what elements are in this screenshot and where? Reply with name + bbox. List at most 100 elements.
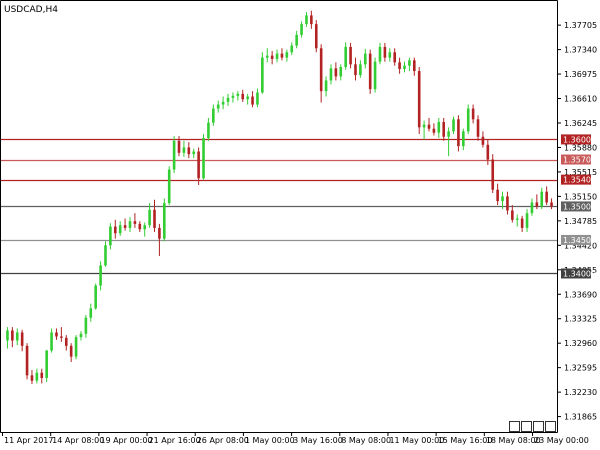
candle [442, 117, 446, 141]
y-tick-label: 1.33690 [564, 290, 597, 299]
candle [285, 49, 289, 62]
y-tick-label: 1.35880 [564, 143, 597, 152]
candle [481, 131, 485, 148]
candle [417, 67, 421, 135]
candle [6, 327, 9, 349]
candle [192, 148, 196, 159]
candle [69, 343, 73, 362]
x-tick-label: 23 May 00:00 [534, 436, 589, 445]
candle [403, 61, 406, 73]
candle [491, 154, 495, 194]
svg-text:1.36000: 1.36000 [563, 135, 596, 144]
level-price-tag: 1.35400 [561, 174, 596, 185]
zoom-control-box-4[interactable] [545, 421, 556, 432]
candle [466, 104, 470, 135]
candle [89, 303, 93, 322]
candle [50, 328, 53, 353]
candle [35, 368, 39, 384]
candle [412, 57, 416, 76]
x-tick-label: 21 Apr 16:00 [149, 436, 201, 445]
candle [40, 368, 44, 384]
x-tick-label: 19 Apr 00:00 [100, 436, 152, 445]
candle [540, 187, 544, 210]
candle [305, 12, 308, 27]
candle [94, 283, 97, 310]
candle [241, 89, 245, 102]
candle [60, 327, 63, 342]
y-tick-label: 1.33325 [564, 315, 597, 324]
candle [113, 219, 117, 239]
candle [427, 117, 431, 132]
candle [300, 21, 303, 38]
candle [138, 221, 142, 232]
candle [55, 328, 58, 340]
candle [334, 62, 338, 81]
candle [398, 57, 401, 74]
level-price-labels: 1.36000 1.35700 1.35400 1.35000 1.34500 1.340… [561, 134, 596, 279]
candle [422, 120, 426, 140]
y-tick-label: 1.36245 [564, 119, 597, 128]
y-tick-label: 1.37705 [564, 21, 597, 30]
candle [476, 115, 480, 141]
y-tick-label: 1.35150 [564, 192, 597, 201]
x-tick-label: 1 May 00:00 [245, 436, 295, 445]
candle [64, 335, 68, 351]
x-tick-label: 8 May 08:00 [341, 436, 391, 445]
zoom-controls[interactable] [509, 421, 556, 432]
x-tick-label: 18 May 08:00 [486, 436, 541, 445]
candle [270, 50, 274, 65]
x-tick-label: 26 Apr 08:00 [197, 436, 249, 445]
candle [525, 209, 529, 232]
candle [187, 142, 191, 159]
candle [319, 44, 323, 103]
candle [275, 49, 279, 63]
candle [123, 218, 127, 231]
level-price-tag: 1.34500 [561, 234, 596, 245]
candle [280, 48, 284, 61]
candle [231, 92, 235, 103]
candle [11, 327, 14, 348]
candle [447, 127, 450, 157]
candle [349, 42, 352, 69]
y-tick-label: 1.37340 [564, 46, 597, 55]
candle [216, 100, 220, 113]
zoom-control-box-3[interactable] [533, 421, 544, 432]
candle [359, 60, 362, 78]
price-chart[interactable]: USDCAD,H4 1.377051.373401.369751.366101.… [0, 0, 600, 450]
candle [324, 76, 328, 97]
svg-text:1.35700: 1.35700 [563, 156, 596, 165]
candle [437, 117, 441, 139]
candle [79, 331, 83, 341]
candle [388, 48, 392, 62]
level-price-tag: 1.35700 [561, 154, 596, 165]
candle [30, 370, 34, 385]
x-tick-label: 11 May 00:00 [389, 436, 444, 445]
candle [363, 48, 367, 69]
candle [339, 64, 343, 81]
candle [246, 93, 249, 105]
candle [25, 343, 29, 380]
candle [520, 215, 524, 232]
candle [354, 57, 357, 81]
svg-text:1.34000: 1.34000 [563, 269, 596, 278]
candle [197, 147, 200, 185]
candle [256, 88, 259, 108]
price-axis: 1.37705 1.37340 1.36975 1.36610 1.36245 1.358… [557, 21, 597, 422]
y-tick-label: 1.34785 [564, 217, 597, 226]
candle [393, 48, 396, 66]
y-tick-label: 1.36610 [564, 95, 597, 104]
candle [383, 42, 387, 62]
candle [109, 223, 112, 250]
candle [143, 222, 147, 237]
level-price-tag: 1.35000 [561, 201, 596, 212]
zoom-control-box-2[interactable] [521, 421, 532, 432]
zoom-control-box-1[interactable] [509, 421, 520, 432]
candle [182, 140, 186, 157]
svg-text:1.35000: 1.35000 [563, 202, 596, 211]
candle [153, 199, 156, 232]
candle [261, 52, 264, 94]
y-tick-label: 1.31865 [564, 413, 597, 422]
candle [368, 49, 372, 94]
candle [452, 116, 455, 135]
candle [265, 48, 269, 63]
